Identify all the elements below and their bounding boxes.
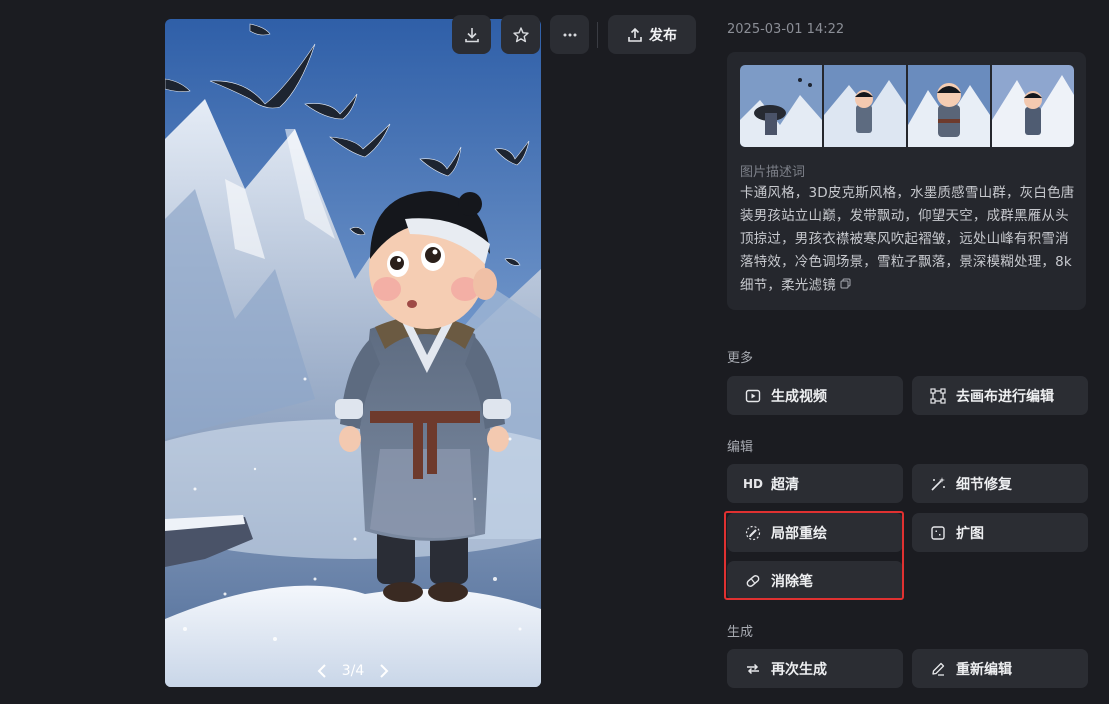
regenerate-icon [745, 661, 761, 677]
section-label-edit: 编辑 [727, 440, 754, 455]
expand-image-label: 扩图 [956, 525, 984, 542]
page-indicator: 3/4 [341, 663, 365, 679]
download-icon [464, 27, 479, 42]
more-button[interactable] [550, 15, 589, 54]
eraser-label: 消除笔 [771, 573, 813, 590]
thumbnail-3[interactable] [908, 65, 990, 147]
expand-image-button[interactable]: 扩图 [912, 513, 1088, 552]
regenerate-button[interactable]: 再次生成 [727, 649, 903, 688]
prompt-label: 图片描述词 [740, 165, 806, 180]
section-label-generate: 生成 [727, 625, 754, 640]
canvas-icon [930, 387, 946, 404]
publish-button[interactable]: 发布 [608, 15, 696, 54]
detail-repair-button[interactable]: 细节修复 [912, 464, 1088, 503]
boy-snow-mountain-illustration [165, 19, 541, 687]
next-image-icon[interactable] [376, 663, 392, 679]
expand-icon [930, 525, 946, 541]
magic-wand-icon [930, 476, 946, 492]
detail-repair-label: 细节修复 [956, 476, 1012, 493]
thumbnail-strip [740, 65, 1074, 147]
canvas-edit-button[interactable]: 去画布进行编辑 [912, 376, 1088, 415]
generate-video-label: 生成视频 [771, 388, 827, 405]
copy-icon[interactable] [840, 274, 851, 297]
brush-icon [745, 525, 761, 541]
generate-video-button[interactable]: 生成视频 [727, 376, 903, 415]
hd-icon: HD [743, 476, 764, 491]
inpaint-label: 局部重绘 [771, 525, 827, 542]
video-play-icon [745, 388, 761, 404]
star-icon [512, 26, 529, 42]
prompt-card: 图片描述词 卡通风格，3D皮克斯风格，水墨质感雪山群，灰白色唐装男孩站立山巅，发… [727, 52, 1086, 310]
thumbnail-1[interactable] [740, 65, 822, 147]
download-button[interactable] [452, 15, 491, 54]
toolbar-divider [597, 22, 598, 48]
thumbnail-4[interactable] [992, 65, 1074, 147]
canvas-edit-label: 去画布进行编辑 [956, 388, 1054, 405]
upload-icon [628, 27, 642, 42]
hd-upscale-button[interactable]: HD 超清 [727, 464, 903, 503]
publish-label: 发布 [649, 27, 677, 44]
eraser-button[interactable]: 消除笔 [727, 561, 903, 600]
prompt-text: 卡通风格，3D皮克斯风格，水墨质感雪山群，灰白色唐装男孩站立山巅，发带飘动，仰望… [740, 182, 1075, 298]
section-label-more: 更多 [727, 351, 754, 366]
thumbnail-2[interactable] [824, 65, 906, 147]
hd-upscale-label: 超清 [771, 476, 799, 493]
pencil-icon [930, 661, 946, 677]
prompt-text-content: 卡通风格，3D皮克斯风格，水墨质感雪山群，灰白色唐装男孩站立山巅，发带飘动，仰望… [740, 185, 1075, 294]
inpaint-button[interactable]: 局部重绘 [727, 513, 903, 552]
timestamp: 2025-03-01 14:22 [727, 22, 845, 37]
prev-image-icon[interactable] [314, 663, 330, 679]
re-edit-label: 重新编辑 [956, 661, 1012, 678]
main-image: 3/4 [165, 19, 541, 687]
more-horizontal-icon [563, 33, 576, 36]
regenerate-label: 再次生成 [771, 661, 827, 678]
image-pager: 3/4 [165, 659, 541, 683]
favorite-button[interactable] [501, 15, 540, 54]
eraser-icon [745, 573, 761, 589]
re-edit-button[interactable]: 重新编辑 [912, 649, 1088, 688]
